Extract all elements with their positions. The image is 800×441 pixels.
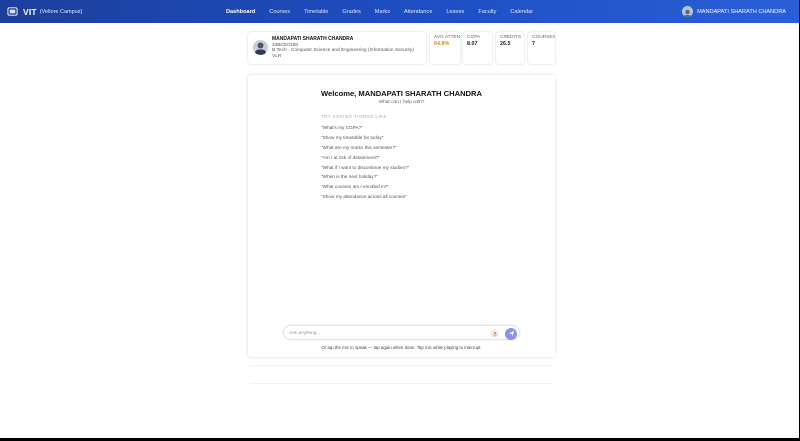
nav-link-calendar[interactable]: Calendar	[510, 9, 533, 15]
user-icon	[683, 9, 692, 17]
profile-campus: VLR	[272, 53, 282, 59]
nav-link-attendance[interactable]: Attendance	[404, 9, 432, 15]
nav-links: Dashboard Courses Timetable Grades Marks…	[226, 0, 547, 23]
stat-value: 64.8%	[434, 41, 450, 47]
nav-link-timetable[interactable]: Timetable	[304, 9, 328, 15]
nav-link-courses[interactable]: Courses	[269, 9, 290, 15]
brand[interactable]: VIT (Vellore Campus)	[7, 6, 82, 17]
stat-attendance[interactable]: AVG ATTENDANCE 64.8%	[430, 32, 460, 64]
app-page: VIT (Vellore Campus) Dashboard Courses T…	[0, 0, 799, 438]
suggestion-item[interactable]: "Am I at risk of detainment?"	[321, 153, 409, 163]
avatar	[682, 6, 694, 17]
profile-card: MANDAPATI SHARATH CHANDRA 23BCE0188 B.Te…	[248, 32, 426, 64]
welcome-subtitle: What can I help with?	[378, 100, 425, 105]
stat-cgpa[interactable]: CGPA 8.07	[463, 32, 492, 64]
divider	[250, 365, 553, 366]
nav-link-dashboard[interactable]: Dashboard	[226, 9, 255, 15]
suggestion-item[interactable]: "What's my CGPA?"	[321, 123, 409, 133]
suggestion-item[interactable]: "Show my timetable for today"	[321, 133, 409, 143]
stat-courses[interactable]: COURSES 7	[528, 32, 555, 64]
suggestion-item[interactable]: "What courses am I enrolled in?"	[321, 182, 409, 192]
nav-link-marks[interactable]: Marks	[375, 9, 390, 15]
user-icon	[255, 42, 266, 55]
mic-icon	[492, 331, 497, 337]
top-navbar: VIT (Vellore Campus) Dashboard Courses T…	[0, 0, 799, 23]
vit-logo-icon	[7, 7, 18, 16]
screen-frame: VIT (Vellore Campus) Dashboard Courses T…	[0, 0, 800, 441]
brand-name: VIT	[23, 6, 37, 17]
assistant-chat-card: Welcome, MANDAPATI SHARATH CHANDRA What …	[248, 75, 555, 357]
nav-link-grades[interactable]: Grades	[342, 9, 360, 15]
stat-value: 7	[532, 41, 535, 47]
profile-details: MANDAPATI SHARATH CHANDRA 23BCE0188 B.Te…	[272, 36, 414, 59]
stat-value: 8.07	[467, 41, 478, 47]
chat-input[interactable]	[289, 328, 484, 338]
suggestions-title: TRY ASKING THINGS LIKE	[321, 114, 387, 119]
nav-link-leaves[interactable]: Leaves	[446, 9, 464, 15]
profile-avatar	[253, 40, 268, 55]
send-icon	[508, 330, 514, 337]
suggestion-item[interactable]: "What are my marks this semester?"	[321, 143, 409, 153]
welcome-heading: Welcome, MANDAPATI SHARATH CHANDRA	[320, 89, 483, 98]
send-button[interactable]	[505, 327, 517, 340]
divider	[250, 383, 553, 384]
nav-link-faculty[interactable]: Faculty	[478, 9, 496, 15]
voice-hint: Or tap the mic to speak — tap again when…	[321, 345, 482, 350]
suggestion-list: "What's my CGPA?" "Show my timetable for…	[321, 123, 409, 202]
stat-credits[interactable]: CREDITS 26.5	[496, 32, 524, 64]
mic-button[interactable]	[490, 329, 499, 338]
brand-campus: (Vellore Campus)	[39, 8, 83, 15]
chat-input-bar	[283, 325, 520, 340]
user-name: MANDAPATI SHARATH CHANDRA	[697, 8, 786, 15]
suggestion-item[interactable]: "When is the next holiday?"	[321, 172, 409, 182]
user-menu[interactable]: MANDAPATI SHARATH CHANDRA	[682, 0, 786, 23]
stat-value: 26.5	[500, 41, 511, 47]
suggestion-item[interactable]: "What if I want to discontinue my studie…	[321, 163, 409, 173]
suggestion-item[interactable]: "Show my attendance across all courses"	[321, 192, 409, 202]
